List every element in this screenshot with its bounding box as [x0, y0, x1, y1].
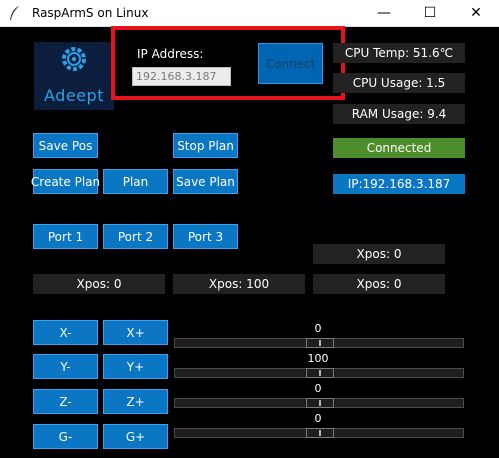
slider-1[interactable] [174, 338, 464, 348]
slider-handle[interactable] [306, 398, 334, 408]
minimize-button[interactable]: — [361, 0, 407, 26]
xpos-port3-label: Xpos: 0 [313, 274, 445, 294]
slider-4[interactable] [174, 428, 464, 438]
g-minus-button[interactable]: G- [33, 424, 98, 449]
slider-2[interactable] [174, 368, 464, 378]
create-plan-button[interactable]: Create Plan [31, 169, 100, 194]
save-plan-button[interactable]: Save Plan [173, 169, 238, 194]
logo-text: Adeept [44, 86, 104, 105]
y-minus-button[interactable]: Y- [33, 354, 98, 379]
cpu-temp-label: CPU Temp: 51.6℃ [333, 43, 465, 63]
slider-handle[interactable] [306, 368, 334, 378]
close-icon: ✕ [470, 5, 482, 21]
slider-1-value: 0 [314, 322, 322, 335]
z-minus-button[interactable]: Z- [33, 389, 98, 414]
xpos-port1-label: Xpos: 0 [33, 274, 165, 294]
x-minus-button[interactable]: X- [33, 320, 98, 345]
slider-4-value: 0 [314, 412, 322, 425]
port-2-button[interactable]: Port 2 [103, 224, 168, 249]
title-bar: RaspArmS on Linux — ☐ ✕ [0, 0, 499, 27]
cpu-usage-label: CPU Usage: 1.5 [333, 73, 465, 93]
xpos-upper-label: Xpos: 0 [313, 244, 445, 264]
connection-status-badge: Connected [333, 138, 465, 158]
xpos-port2-label: Xpos: 100 [173, 274, 305, 294]
slider-handle[interactable] [306, 338, 334, 348]
g-plus-button[interactable]: G+ [103, 424, 168, 449]
plan-button[interactable]: Plan [103, 169, 168, 194]
highlight-box [111, 26, 345, 100]
adeept-logo: Adeept [34, 42, 114, 110]
x-plus-button[interactable]: X+ [103, 320, 168, 345]
slider-2-value: 100 [307, 352, 329, 365]
ip-status-label: IP:192.168.3.187 [333, 174, 465, 194]
slider-handle[interactable] [306, 428, 334, 438]
y-plus-button[interactable]: Y+ [103, 354, 168, 379]
save-pos-button[interactable]: Save Pos [33, 133, 98, 158]
maximize-icon: ☐ [423, 5, 437, 21]
window-title: RaspArmS on Linux [32, 6, 149, 20]
maximize-button[interactable]: ☐ [407, 0, 453, 26]
ram-usage-label: RAM Usage: 9.4 [333, 104, 465, 124]
port-1-button[interactable]: Port 1 [33, 224, 98, 249]
slider-3-value: 0 [314, 382, 322, 395]
feather-icon [10, 6, 19, 20]
stop-plan-button[interactable]: Stop Plan [173, 133, 238, 158]
slider-3[interactable] [174, 398, 464, 408]
close-button[interactable]: ✕ [453, 0, 499, 26]
gear-icon [62, 47, 86, 71]
port-3-button[interactable]: Port 3 [173, 224, 238, 249]
minimize-icon: — [377, 5, 391, 21]
z-plus-button[interactable]: Z+ [103, 389, 168, 414]
